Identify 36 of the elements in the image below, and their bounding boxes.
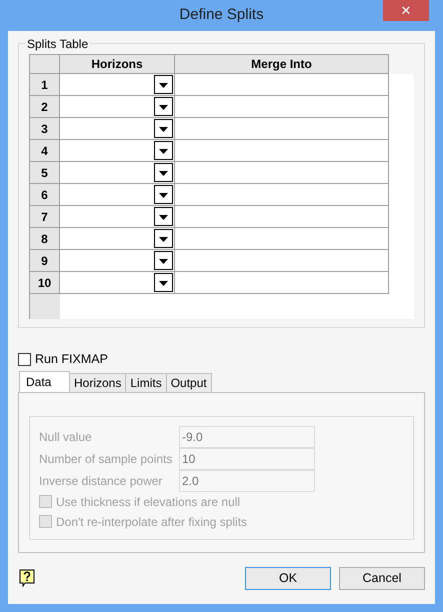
tab[interactable]: Limits: [125, 372, 167, 393]
tab[interactable]: Output: [166, 372, 212, 393]
horizon-dropdown[interactable]: [60, 250, 175, 272]
field-label: Null value: [39, 428, 93, 446]
horizon-dropdown[interactable]: [60, 228, 175, 250]
window-title: Define Splits: [179, 5, 264, 26]
horizon-dropdown[interactable]: [60, 96, 175, 118]
cancel-button[interactable]: Cancel: [339, 566, 425, 590]
horizon-dropdown[interactable]: [60, 184, 175, 206]
horizon-dropdown[interactable]: [60, 272, 175, 294]
horizon-dropdown[interactable]: [60, 206, 175, 228]
horizon-dropdown[interactable]: [60, 140, 175, 162]
help-icon[interactable]: [19, 569, 35, 588]
checkbox-label: Run FIXMAP: [35, 351, 108, 368]
field-label: Number of sample points: [39, 450, 174, 468]
checkbox-label: Use thickness if elevations are null: [56, 494, 240, 511]
merge-into-cell[interactable]: [175, 272, 389, 294]
merge-into-cell[interactable]: [175, 228, 389, 250]
merge-into-cell[interactable]: [175, 206, 389, 228]
field-label: Inverse distance power: [39, 472, 164, 490]
checkbox[interactable]: [18, 352, 31, 366]
tab[interactable]: Horizons: [69, 372, 126, 393]
ok-button[interactable]: OK: [245, 566, 331, 590]
merge-into-cell[interactable]: [175, 140, 389, 162]
close-button[interactable]: ✕: [383, 0, 429, 21]
merge-into-cell[interactable]: [175, 184, 389, 206]
horizon-dropdown[interactable]: [60, 74, 175, 96]
horizon-dropdown[interactable]: [60, 162, 175, 184]
tab[interactable]: Data: [19, 370, 70, 393]
horizon-dropdown[interactable]: [60, 118, 175, 140]
merge-into-cell[interactable]: [175, 96, 389, 118]
checkbox-label: Don't re-interpolate after fixing splits: [56, 514, 248, 531]
merge-into-cell[interactable]: [175, 118, 389, 140]
merge-into-cell[interactable]: [175, 162, 389, 184]
merge-into-cell[interactable]: [175, 74, 389, 96]
merge-into-cell[interactable]: [175, 250, 389, 272]
